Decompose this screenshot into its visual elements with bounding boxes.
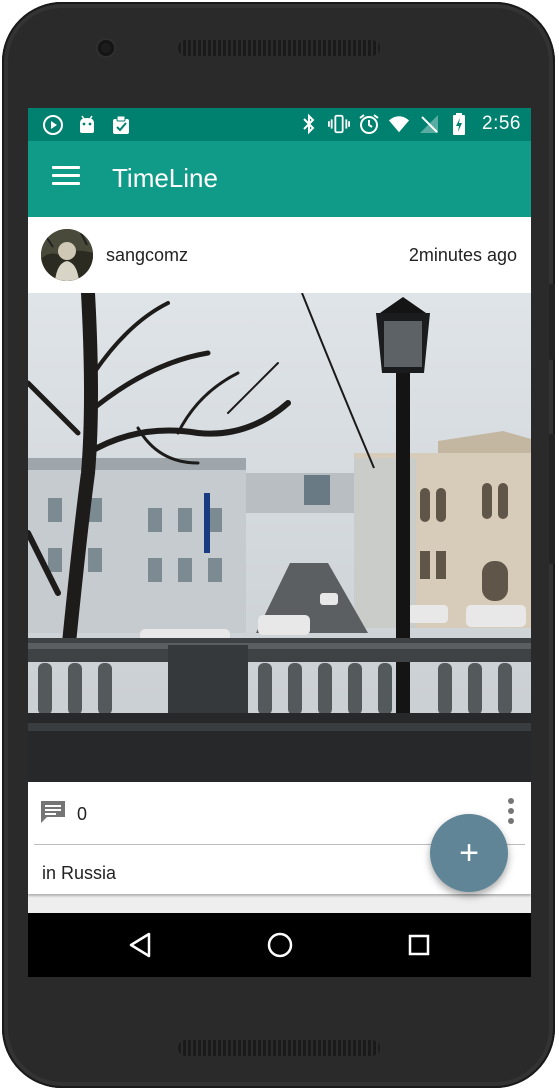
bluetooth-icon <box>298 113 320 135</box>
power-button <box>549 284 555 360</box>
navigation-bar <box>28 913 531 977</box>
status-bar: 2:56 <box>28 108 531 141</box>
clipboard-check-icon <box>110 114 132 136</box>
top-speaker <box>178 40 380 56</box>
avatar[interactable] <box>41 229 93 281</box>
back-icon[interactable] <box>125 929 157 961</box>
front-camera <box>98 40 114 56</box>
comment-icon[interactable] <box>39 799 67 825</box>
post-header: sangcomz 2minutes ago <box>28 217 531 293</box>
post-card: sangcomz 2minutes ago 0 in Russia <box>28 217 531 894</box>
post-time: 2minutes ago <box>408 245 517 265</box>
recents-icon[interactable] <box>403 929 435 961</box>
vibrate-icon <box>328 113 351 135</box>
hamburger-menu-icon[interactable] <box>52 166 80 190</box>
alarm-icon <box>358 113 380 135</box>
no-signal-icon <box>418 113 440 135</box>
more-options-icon[interactable] <box>507 798 515 826</box>
play-icon <box>42 114 64 136</box>
screen: 2:56 TimeLine sangcomz 2minutes ago 0 in… <box>28 108 531 977</box>
username[interactable]: sangcomz <box>106 245 188 266</box>
app-bar: TimeLine <box>28 141 531 217</box>
app-title: TimeLine <box>112 163 218 193</box>
battery-charging-icon <box>448 113 470 135</box>
wifi-icon <box>388 113 410 135</box>
clock-time: 2:56 <box>482 113 521 134</box>
post-photo[interactable] <box>28 293 531 782</box>
phone-frame: 2:56 TimeLine sangcomz 2minutes ago 0 in… <box>2 2 555 1088</box>
android-icon <box>76 114 98 136</box>
comment-count: 0 <box>77 804 88 824</box>
bottom-speaker <box>178 1040 380 1056</box>
home-icon[interactable] <box>264 929 296 961</box>
add-post-button[interactable]: + <box>430 814 508 892</box>
post-location: in Russia <box>42 863 117 883</box>
volume-button <box>549 434 555 564</box>
